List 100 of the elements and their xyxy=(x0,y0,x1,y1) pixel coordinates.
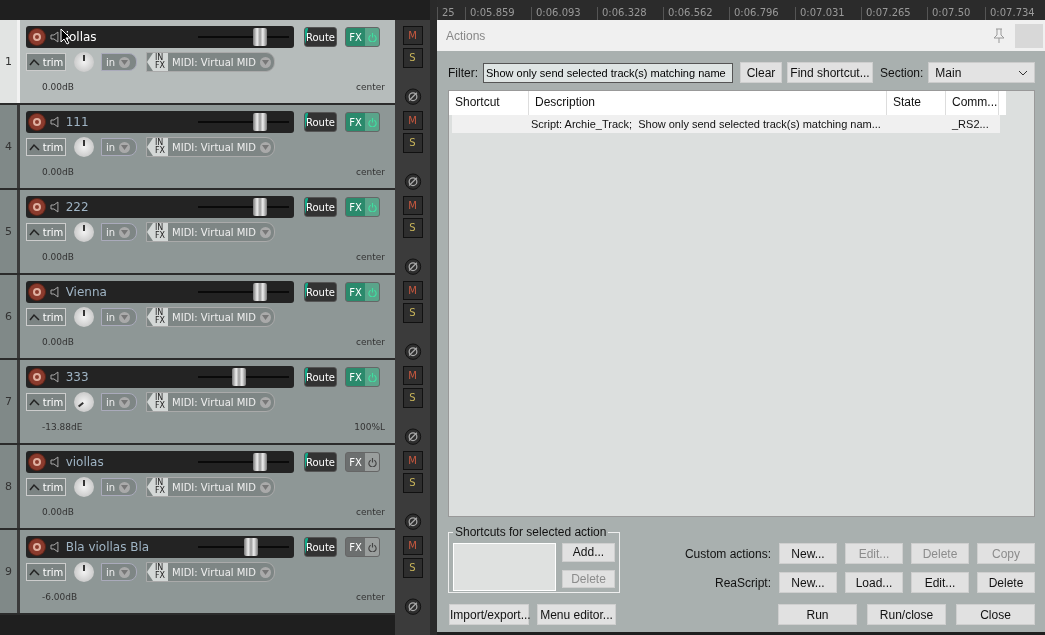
section-label: Section: xyxy=(880,65,924,80)
track-name: Bla viollas Bla xyxy=(65,540,151,554)
fx-button[interactable]: FX xyxy=(345,367,380,387)
solo-button[interactable]: S xyxy=(402,303,423,323)
pan-knob[interactable] xyxy=(74,562,94,582)
action-button[interactable]: Import/export... xyxy=(449,604,529,625)
find-shortcut-button[interactable]: Find shortcut... xyxy=(787,62,873,83)
trim-button[interactable]: trim xyxy=(26,53,66,71)
trim-button[interactable]: trim xyxy=(26,478,66,496)
fx-button[interactable]: FX xyxy=(345,27,380,47)
pan-knob[interactable] xyxy=(74,477,94,497)
action-button[interactable]: Close xyxy=(956,604,1035,625)
section-dropdown[interactable]: Main xyxy=(928,62,1035,83)
reascript-label: ReaScript: xyxy=(714,575,771,590)
record-arm-icon[interactable] xyxy=(28,538,46,556)
trim-button[interactable]: trim xyxy=(26,393,66,411)
fx-button[interactable]: FX xyxy=(345,282,380,302)
track-name-bar[interactable]: Vienna xyxy=(26,281,294,303)
speaker-icon xyxy=(49,371,62,383)
action-button[interactable]: Load... xyxy=(845,572,903,593)
phase-invert-icon[interactable] xyxy=(403,87,422,105)
solo-button[interactable]: S xyxy=(402,558,423,578)
power-icon xyxy=(367,202,377,212)
dropdown-arrow-icon xyxy=(121,399,129,405)
phase-invert-icon[interactable] xyxy=(403,512,422,530)
solo-button[interactable]: S xyxy=(402,388,423,408)
route-button[interactable]: Route xyxy=(304,367,337,387)
track-name: 333 xyxy=(65,370,90,384)
dropdown-arrow-icon xyxy=(262,144,269,150)
phase-invert-icon[interactable] xyxy=(403,427,422,445)
phase-invert-icon[interactable] xyxy=(403,597,422,615)
fx-button[interactable]: FX xyxy=(345,197,380,217)
track-number: 9 xyxy=(0,530,20,613)
track-name-bar[interactable]: iollas xyxy=(26,26,294,48)
trim-button[interactable]: trim xyxy=(26,138,66,156)
route-button[interactable]: Route xyxy=(304,282,337,302)
track-number: 6 xyxy=(0,275,20,358)
pan-knob[interactable] xyxy=(74,137,94,157)
pan-knob[interactable] xyxy=(74,52,94,72)
action-button[interactable]: New... xyxy=(779,572,837,593)
action-button[interactable]: Run/close xyxy=(867,604,946,625)
trim-button[interactable]: trim xyxy=(26,563,66,581)
filter-field[interactable]: Show only send selected track(s) matching name xyxy=(483,62,733,83)
action-button[interactable]: Run xyxy=(778,604,857,625)
action-button[interactable]: Add... xyxy=(562,543,615,562)
track-number: 5 xyxy=(0,190,20,273)
fx-button[interactable]: FX xyxy=(345,112,380,132)
record-arm-icon[interactable] xyxy=(28,28,46,46)
route-button[interactable]: Route xyxy=(304,112,337,132)
pan-readout: center xyxy=(356,592,385,602)
window-title: Actions xyxy=(446,28,487,43)
action-button[interactable]: New... xyxy=(779,543,837,564)
route-button[interactable]: Route xyxy=(304,452,337,472)
solo-button[interactable]: S xyxy=(402,473,423,493)
filter-label: Filter: xyxy=(448,65,478,80)
track-name-bar[interactable]: 333 xyxy=(26,366,294,388)
dropdown-arrow-icon xyxy=(121,229,129,235)
track-name-bar[interactable]: 111 xyxy=(26,111,294,133)
route-button[interactable]: Route xyxy=(304,537,337,557)
power-icon xyxy=(367,117,377,127)
track-name-bar[interactable]: Bla viollas Bla xyxy=(26,536,294,558)
record-arm-icon[interactable] xyxy=(28,198,46,216)
volume-readout: 0.00dB xyxy=(42,82,74,92)
pan-knob[interactable] xyxy=(74,307,94,327)
table-row[interactable]: Script: Archie_Track; Show only send selected track(s) matching nam... _RS2... xyxy=(452,115,1000,133)
pan-readout: center xyxy=(356,507,385,517)
phase-invert-icon[interactable] xyxy=(403,172,422,190)
action-button[interactable]: Delete xyxy=(977,572,1035,593)
dropdown-arrow-icon xyxy=(262,399,269,405)
fx-button[interactable]: FX xyxy=(345,537,380,557)
record-arm-icon[interactable] xyxy=(28,453,46,471)
track-name-bar[interactable]: 222 xyxy=(26,196,294,218)
fx-button[interactable]: FX xyxy=(345,452,380,472)
dropdown-arrow-icon xyxy=(121,569,129,575)
trim-button[interactable]: trim xyxy=(26,308,66,326)
trim-button[interactable]: trim xyxy=(26,223,66,241)
record-arm-icon[interactable] xyxy=(28,368,46,386)
solo-button[interactable]: S xyxy=(402,218,423,238)
solo-button[interactable]: S xyxy=(402,133,423,153)
solo-button[interactable]: S xyxy=(402,48,423,68)
record-arm-icon[interactable] xyxy=(28,283,46,301)
phase-invert-icon[interactable] xyxy=(403,257,422,275)
record-arm-icon[interactable] xyxy=(28,113,46,131)
pan-readout: center xyxy=(356,167,385,177)
speaker-icon xyxy=(49,541,62,553)
speaker-icon xyxy=(49,456,62,468)
clear-button[interactable]: Clear xyxy=(740,62,782,83)
action-button[interactable]: Menu editor... xyxy=(537,604,616,625)
power-icon xyxy=(367,32,377,42)
table-cell-text: _RS2... xyxy=(951,117,990,132)
track-name-bar[interactable]: viollas xyxy=(26,451,294,473)
route-button[interactable]: Route xyxy=(304,27,337,47)
volume-readout: 0.00dB xyxy=(42,337,74,347)
route-button[interactable]: Route xyxy=(304,197,337,217)
phase-invert-icon[interactable] xyxy=(403,342,422,360)
pan-knob[interactable] xyxy=(74,222,94,242)
dropdown-arrow-icon xyxy=(121,59,129,65)
speaker-icon xyxy=(49,201,62,213)
speaker-icon xyxy=(49,31,62,43)
action-button[interactable]: Edit... xyxy=(911,572,969,593)
